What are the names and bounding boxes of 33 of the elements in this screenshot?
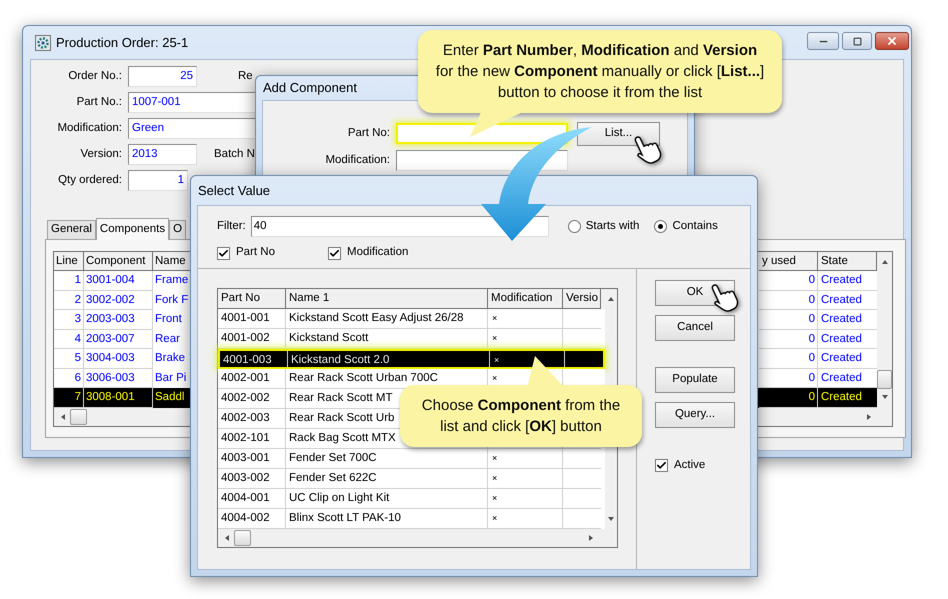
table-cell: 3008-001 [84,388,153,408]
table-cell: 4001-003 [220,351,288,367]
checkbox-label: Active [674,458,706,473]
table-cell-text: Saddl [154,390,186,405]
field-label: Qty ordered: [57,172,122,188]
field-label: Part No.: [76,94,122,110]
table-cell: Kickstand Scott 2.0 [288,351,490,367]
table-cell-text: Rear [154,332,181,346]
callout-text: Enter Part Number, Modification and Version for the new Component manually or click [List...] button to choose it from the list [435,41,765,103]
field-label: Modification: [56,120,122,136]
table-cell: Blinx Scott LT PAK-10 [286,509,488,529]
radio-label: Starts with [586,218,640,234]
window-title: Production Order: 25-1 [56,34,188,52]
dialog-title: Select Value [198,182,270,200]
table-cell-text: Bar Pi [154,370,188,386]
table-cell: 7 [54,388,84,408]
field-label: Re [238,68,253,84]
table-cell: × [488,509,563,529]
table-cell-text: Fork F [154,292,190,308]
field-label: Filter: [217,218,246,234]
table-cell-text: Front [154,312,183,327]
field-label: Batch N [214,146,255,162]
field-label: Order No.: [67,68,122,84]
field-label: Version: [79,146,122,162]
table-cell: 0 [759,388,818,408]
radio-label: Contains [672,218,718,234]
field-label: Modification: [324,152,390,168]
checkbox-label: Modification [347,245,408,260]
checkbox-label: Part No [236,245,275,260]
table-cell-text: Brake [154,351,186,366]
table-cell: 4004-002 [218,509,286,529]
field-label: Part No: [346,126,390,141]
table-cell-text: Frame [154,273,190,288]
